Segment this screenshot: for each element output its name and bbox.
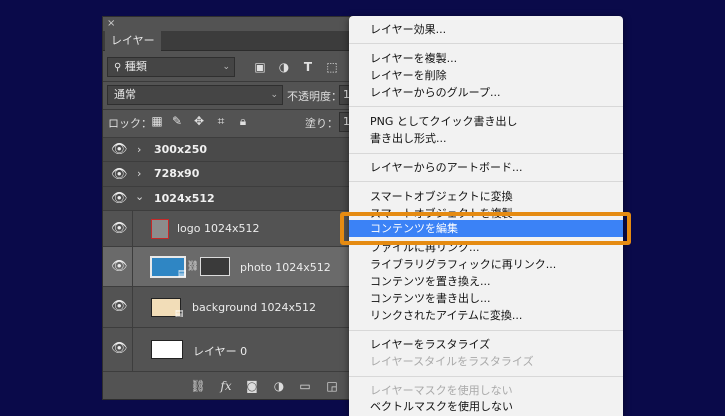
lock-all-icon[interactable]: 🔒︎: [235, 114, 251, 128]
layer-row[interactable]: 👁︎ ▤ background 1024x512: [103, 286, 363, 327]
layer-group-row[interactable]: 👁︎ ⌄ 1024x512: [103, 186, 363, 210]
layer-group-row[interactable]: 👁︎ › 728x90: [103, 161, 363, 186]
image-filter-icon[interactable]: ▣: [252, 60, 268, 74]
layers-panel: × レイヤー ⚲ 種類 ⌄ ▣ ◑ T ⬚ ▤ 通常 ⌄ 不透明度： 10 ロッ…: [102, 16, 364, 400]
menu-item-rasterize-layer[interactable]: レイヤーをラスタライズ: [349, 336, 623, 353]
menu-item-duplicate-layer[interactable]: レイヤーを複製...: [349, 50, 623, 67]
chevron-down-icon: ⌄: [222, 62, 230, 72]
opacity-label: 不透明度：: [287, 90, 342, 103]
panel-tab-bar: レイヤー: [103, 31, 363, 51]
layer-row[interactable]: 👁︎ ▤ ⛓︎ photo 1024x512: [103, 246, 363, 286]
filter-kind-select[interactable]: ⚲ 種類 ⌄: [107, 57, 235, 77]
group-name: 1024x512: [154, 192, 215, 205]
adjustment-layer-icon[interactable]: ◑: [271, 379, 287, 393]
menu-item-convert-to-smart-object[interactable]: スマートオブジェクトに変換: [349, 188, 623, 205]
menu-item-artboard-from-layers[interactable]: レイヤーからのアートボード...: [349, 159, 623, 176]
chevron-down-icon[interactable]: ⌄: [135, 190, 144, 203]
menu-item-disable-layer-mask: レイヤーマスクを使用しない: [370, 384, 513, 397]
search-icon: ⚲: [114, 62, 122, 73]
chevron-right-icon[interactable]: ›: [137, 143, 141, 156]
fill-label: 塗り：: [305, 117, 338, 130]
fx-icon[interactable]: fx: [218, 379, 234, 393]
group-name: 300x250: [154, 143, 208, 156]
lock-transparent-icon[interactable]: ▦: [149, 114, 165, 128]
lock-artboard-icon[interactable]: ⌗: [213, 114, 229, 128]
blend-mode-select[interactable]: 通常 ⌄: [107, 85, 283, 105]
visibility-eye-icon[interactable]: 👁︎: [111, 341, 128, 356]
visibility-eye-icon[interactable]: 👁︎: [111, 142, 128, 157]
layer-name: photo 1024x512: [240, 261, 331, 274]
close-icon[interactable]: ×: [107, 18, 115, 30]
panel-footer: ⛓︎ fx ◙ ◑ ▭ ◲: [103, 371, 363, 399]
menu-item-replace-contents[interactable]: コンテンツを置き換え...: [349, 273, 623, 290]
new-group-icon[interactable]: ▭: [297, 379, 313, 393]
chevron-right-icon[interactable]: ›: [137, 167, 141, 180]
blend-mode-label: 通常: [114, 88, 136, 101]
layer-row[interactable]: 👁︎ レイヤー 0: [103, 327, 363, 371]
menu-item-layer-effects[interactable]: レイヤー効果...: [349, 21, 623, 38]
type-filter-icon[interactable]: T: [300, 60, 316, 74]
group-name: 728x90: [154, 167, 200, 180]
adjustment-filter-icon[interactable]: ◑: [276, 60, 292, 74]
layer-mask-thumbnail: [200, 257, 230, 276]
link-icon[interactable]: ⛓︎: [185, 260, 201, 274]
chevron-down-icon: ⌄: [270, 90, 278, 100]
add-mask-icon[interactable]: ◙: [244, 379, 260, 393]
shape-filter-icon[interactable]: ⬚: [324, 60, 340, 74]
menu-item-relink-to-library-graphic[interactable]: ライブラリグラフィックに再リンク...: [349, 256, 623, 273]
layer-row[interactable]: 👁︎ logo 1024x512: [103, 210, 363, 246]
menu-item-disable-vector-mask[interactable]: ベクトルマスクを使用しない: [349, 398, 623, 415]
menu-item-convert-to-linked[interactable]: リンクされたアイテムに変換...: [349, 307, 623, 324]
menu-item-export-as[interactable]: 書き出し形式...: [349, 130, 623, 147]
tab-layers[interactable]: レイヤー: [105, 31, 161, 51]
highlight-callout-box: [340, 212, 631, 245]
new-layer-icon[interactable]: ◲: [324, 379, 340, 393]
layer-name: logo 1024x512: [177, 222, 260, 235]
layer-name: レイヤー 0: [193, 345, 248, 358]
layer-thumbnail: [151, 340, 183, 359]
layer-thumbnail: [151, 219, 169, 239]
menu-item-group-from-layers[interactable]: レイヤーからのグループ...: [349, 84, 623, 101]
link-layers-icon[interactable]: ⛓︎: [190, 379, 206, 393]
menu-item-export-contents[interactable]: コンテンツを書き出し...: [349, 290, 623, 307]
lock-label: ロック：: [108, 117, 152, 130]
menu-item-delete-layer[interactable]: レイヤーを削除: [349, 67, 623, 84]
menu-item-quick-export-png[interactable]: PNG としてクイック書き出し: [349, 113, 623, 130]
menu-item-rasterize-layer-style: レイヤースタイルをラスタライズ: [370, 355, 534, 368]
lock-position-icon[interactable]: ✥: [191, 114, 207, 128]
layer-name: background 1024x512: [192, 301, 317, 314]
smart-object-badge-icon: ▤: [174, 309, 184, 319]
visibility-eye-icon[interactable]: 👁︎: [111, 167, 128, 182]
filter-kind-label: 種類: [124, 60, 147, 73]
lock-image-icon[interactable]: ✎: [169, 114, 185, 128]
visibility-eye-icon[interactable]: 👁︎: [111, 191, 128, 206]
layer-group-row[interactable]: 👁︎ › 300x250: [103, 137, 363, 161]
visibility-eye-icon[interactable]: 👁︎: [111, 259, 128, 274]
visibility-eye-icon[interactable]: 👁︎: [111, 299, 128, 314]
visibility-eye-icon[interactable]: 👁︎: [111, 221, 128, 236]
